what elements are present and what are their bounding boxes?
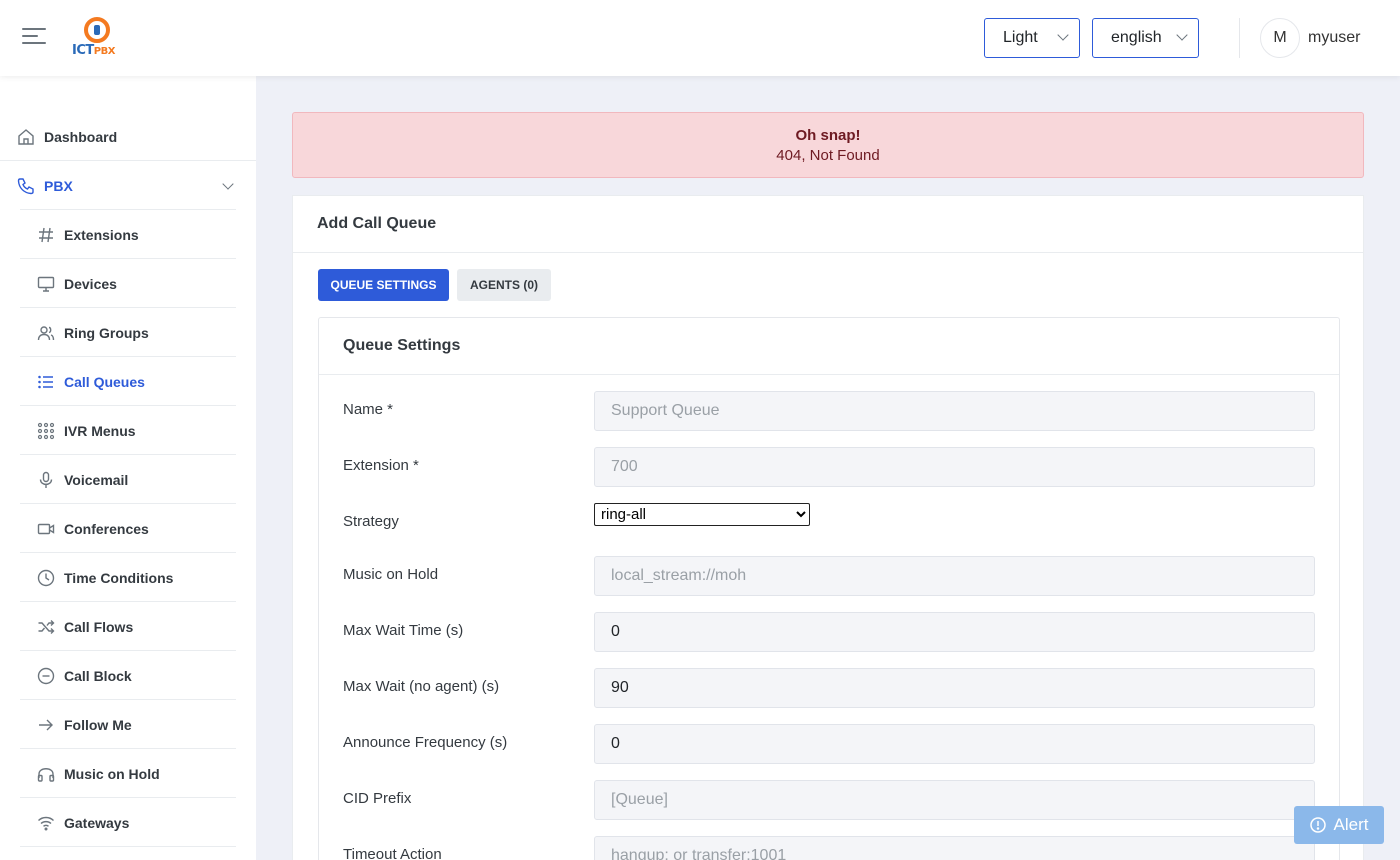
header-divider bbox=[1239, 18, 1240, 58]
theme-select-value: Light bbox=[1003, 29, 1038, 46]
sidebar-item-label: Ring Groups bbox=[64, 325, 149, 341]
strategy-select[interactable]: ring-all bbox=[594, 503, 810, 526]
page-title: Add Call Queue bbox=[317, 215, 437, 232]
sidebar-item-follow-me[interactable]: Follow Me bbox=[20, 700, 236, 749]
timeout-action-label: Timeout Action bbox=[343, 846, 442, 860]
alert-button-label: Alert bbox=[1333, 815, 1369, 834]
sidebar-item-label: Music on Hold bbox=[64, 766, 160, 782]
sidebar-item-pbx[interactable]: PBX bbox=[0, 161, 256, 210]
sidebar-item-label: Gateways bbox=[64, 815, 130, 831]
list-icon bbox=[38, 375, 53, 389]
sidebar-item-label: Call Queues bbox=[64, 374, 145, 390]
theme-select[interactable]: Light bbox=[984, 18, 1080, 58]
announce-frequency-field[interactable] bbox=[594, 724, 1315, 764]
extension-field[interactable] bbox=[594, 447, 1315, 487]
users-icon bbox=[37, 326, 55, 341]
sidebar: Dashboard PBX Extensions Devices Ring Gr… bbox=[0, 76, 256, 860]
sidebar-item-time-conditions[interactable]: Time Conditions bbox=[20, 553, 236, 602]
sidebar-item-label: Extensions bbox=[64, 227, 139, 243]
sidebar-item-call-flows[interactable]: Call Flows bbox=[20, 602, 236, 651]
language-select-value: english bbox=[1111, 29, 1162, 46]
cid-prefix-label: CID Prefix bbox=[343, 790, 412, 807]
alert-circle-icon bbox=[1309, 817, 1326, 833]
sidebar-item-label: Voicemail bbox=[64, 472, 129, 488]
sidebar-item-label: Call Block bbox=[64, 668, 132, 684]
menu-toggle-icon[interactable] bbox=[22, 28, 46, 48]
cid-prefix-field[interactable] bbox=[594, 780, 1315, 820]
video-icon bbox=[37, 523, 55, 535]
keypad-icon bbox=[37, 422, 55, 440]
alert-button[interactable]: Alert bbox=[1294, 806, 1384, 844]
sidebar-item-call-block[interactable]: Call Block bbox=[20, 651, 236, 700]
home-icon bbox=[18, 129, 34, 145]
max-wait-time-field[interactable] bbox=[594, 612, 1315, 652]
name-field[interactable] bbox=[594, 391, 1315, 431]
logo-mark bbox=[84, 17, 110, 43]
timeout-action-field[interactable] bbox=[594, 836, 1315, 860]
minus-circle-icon bbox=[37, 667, 55, 685]
sidebar-item-label: Call Flows bbox=[64, 619, 134, 635]
headphones-icon bbox=[37, 768, 55, 782]
queue-settings-panel: Queue Settings Name * Extension * Strate… bbox=[318, 317, 1340, 860]
divider bbox=[319, 374, 1339, 375]
avatar[interactable]: M bbox=[1260, 18, 1300, 58]
section-title: Queue Settings bbox=[343, 337, 461, 354]
sidebar-item-extensions[interactable]: Extensions bbox=[20, 210, 236, 259]
tab-agents[interactable]: AGENTS (0) bbox=[457, 269, 551, 301]
wifi-icon bbox=[38, 816, 54, 831]
sidebar-item-ivr-menus[interactable]: IVR Menus bbox=[20, 406, 236, 455]
hash-icon bbox=[39, 227, 53, 243]
phone-icon bbox=[17, 178, 34, 195]
sidebar-item-label: Time Conditions bbox=[64, 570, 174, 586]
alert-title: Oh snap! bbox=[795, 127, 861, 144]
sidebar-item-call-queues[interactable]: Call Queues bbox=[20, 357, 236, 406]
name-label: Name * bbox=[343, 401, 394, 418]
language-select[interactable]: english bbox=[1092, 18, 1199, 58]
announce-frequency-label: Announce Frequency (s) bbox=[343, 734, 508, 751]
clock-icon bbox=[37, 569, 55, 587]
sidebar-item-label: Follow Me bbox=[64, 717, 132, 733]
sidebar-item-label: IVR Menus bbox=[64, 423, 136, 439]
logo-text: ICTPBX bbox=[72, 43, 115, 58]
divider bbox=[293, 252, 1363, 253]
strategy-label: Strategy bbox=[343, 513, 399, 530]
arrow-right-icon bbox=[39, 719, 53, 731]
add-call-queue-card: Add Call Queue QUEUE SETTINGS AGENTS (0)… bbox=[292, 195, 1364, 860]
music-on-hold-field[interactable] bbox=[594, 556, 1315, 596]
shuffle-icon bbox=[38, 620, 55, 634]
extension-label: Extension * bbox=[343, 457, 419, 474]
chevron-down-icon bbox=[1057, 29, 1069, 41]
max-wait-no-agent-label: Max Wait (no agent) (s) bbox=[343, 678, 500, 695]
sidebar-item-conferences[interactable]: Conferences bbox=[20, 504, 236, 553]
sidebar-item-label: Conferences bbox=[64, 521, 149, 537]
max-wait-time-label: Max Wait Time (s) bbox=[343, 622, 464, 639]
sidebar-item-dashboard[interactable]: Dashboard bbox=[0, 112, 256, 161]
app-logo[interactable]: ICTPBX bbox=[72, 17, 126, 61]
username[interactable]: myuser bbox=[1308, 29, 1360, 47]
chevron-down-icon bbox=[222, 178, 234, 190]
sidebar-item-label: Devices bbox=[64, 276, 117, 292]
chevron-down-icon bbox=[1176, 29, 1188, 41]
microphone-icon bbox=[39, 471, 53, 488]
sidebar-item-label: Dashboard bbox=[44, 129, 118, 145]
sidebar-item-label: PBX bbox=[44, 178, 73, 194]
sidebar-item-devices[interactable]: Devices bbox=[20, 259, 236, 308]
monitor-icon bbox=[37, 276, 55, 292]
top-bar: ICTPBX Light english M myuser bbox=[0, 0, 1400, 76]
tab-queue-settings[interactable]: QUEUE SETTINGS bbox=[318, 269, 449, 301]
sidebar-item-voicemail[interactable]: Voicemail bbox=[20, 455, 236, 504]
alert-message: 404, Not Found bbox=[776, 147, 880, 164]
sidebar-item-music-on-hold[interactable]: Music on Hold bbox=[20, 749, 236, 798]
music-on-hold-label: Music on Hold bbox=[343, 566, 439, 583]
sidebar-item-gateways[interactable]: Gateways bbox=[20, 798, 236, 847]
sidebar-item-ring-groups[interactable]: Ring Groups bbox=[20, 308, 236, 357]
error-alert: Oh snap! 404, Not Found bbox=[292, 112, 1364, 178]
max-wait-no-agent-field[interactable] bbox=[594, 668, 1315, 708]
